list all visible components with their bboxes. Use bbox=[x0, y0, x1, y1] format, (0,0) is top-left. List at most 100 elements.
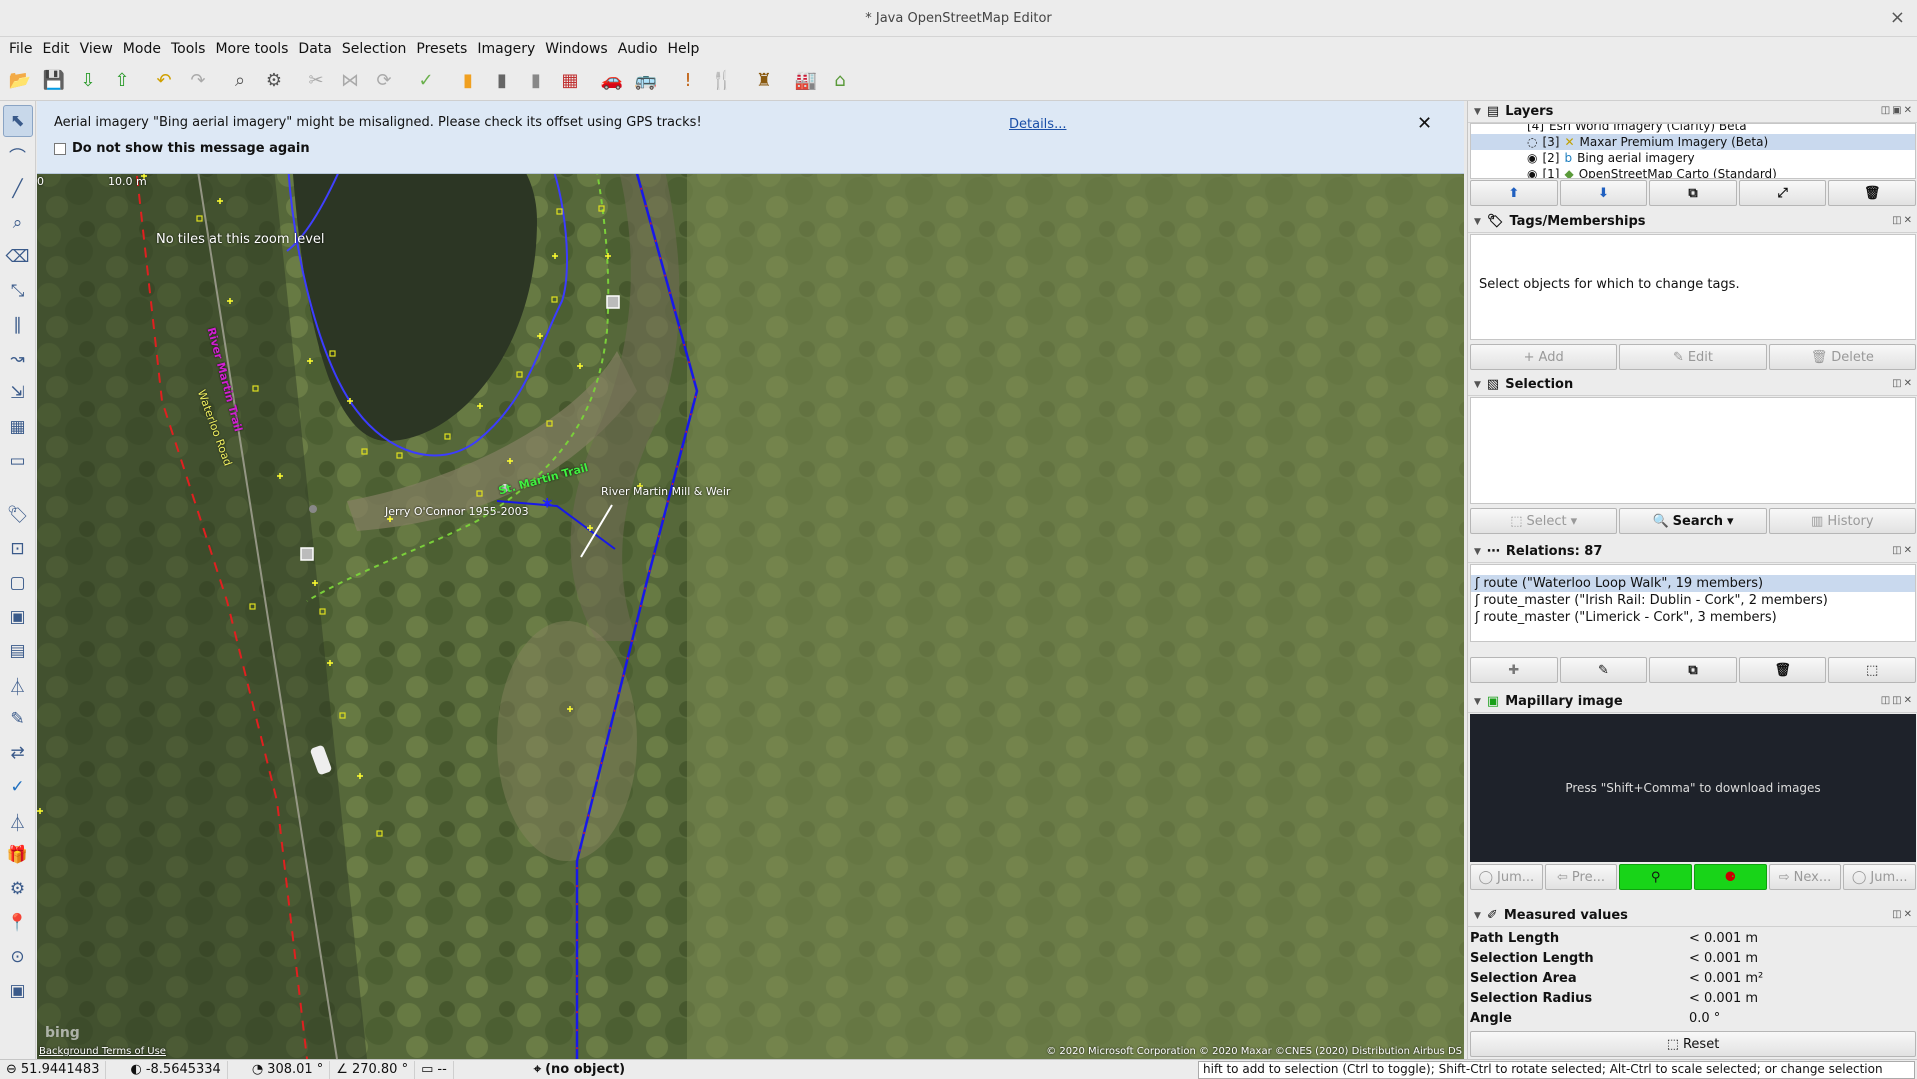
menu-help[interactable]: Help bbox=[663, 41, 705, 57]
panel-controls-icon[interactable]: ◫▣✕ bbox=[1881, 105, 1914, 116]
layers-header[interactable]: ▼ ▤ Layers ◫▣✕ bbox=[1468, 101, 1917, 123]
selection-list[interactable] bbox=[1470, 397, 1916, 504]
dropdown-arrow-icon[interactable]: ▾ bbox=[1727, 514, 1734, 529]
measured-header[interactable]: ▼ ✐ Measured values ◫✕ bbox=[1468, 905, 1917, 927]
delete-tag-button[interactable]: 🗑 Delete bbox=[1768, 344, 1916, 370]
menu-mode[interactable]: Mode bbox=[118, 41, 166, 57]
preferences-button[interactable]: ⚙ bbox=[258, 65, 290, 97]
car-button[interactable]: 🚗 bbox=[596, 65, 628, 97]
highway-secondary-button[interactable]: ▮ bbox=[486, 65, 518, 97]
next-button[interactable]: ⇨ Nex... bbox=[1768, 864, 1842, 890]
bus-button[interactable]: 🚌 bbox=[630, 65, 662, 97]
menu-audio[interactable]: Audio bbox=[613, 41, 663, 57]
panel-controls-icon[interactable]: ◫✕ bbox=[1892, 215, 1914, 226]
collapse-icon[interactable]: ▼ bbox=[1474, 547, 1481, 557]
offset-button[interactable]: ⤢ bbox=[1738, 180, 1827, 206]
notice-close-button[interactable]: ✕ bbox=[1417, 113, 1432, 134]
notes-tool-button[interactable]: 📍 bbox=[3, 907, 33, 939]
building-tool-tool-button[interactable]: ▦ bbox=[3, 411, 33, 443]
check-tool-button[interactable]: ✓ bbox=[3, 771, 33, 803]
background-terms-link[interactable]: Background Terms of Use bbox=[39, 1046, 166, 1057]
layer-tool-button[interactable]: ▭ bbox=[3, 445, 33, 477]
panel-controls-icon[interactable]: ◫✕ bbox=[1892, 909, 1914, 920]
delete-tool-button[interactable]: ⌫ bbox=[3, 241, 33, 273]
lasso-tool-button[interactable]: ⌒ bbox=[3, 139, 33, 171]
delete-relation-button[interactable]: 🗑 bbox=[1738, 657, 1827, 683]
history-button[interactable]: ▥ History bbox=[1768, 508, 1916, 534]
window-close-button[interactable]: × bbox=[1890, 7, 1905, 28]
highway-primary-button[interactable]: ▮ bbox=[452, 65, 484, 97]
jump-prev-button[interactable]: ◯ Jum... bbox=[1470, 864, 1543, 890]
layer-row[interactable]: ◉ [2] b Bing aerial imagery bbox=[1471, 150, 1915, 166]
open-button[interactable]: 📂 bbox=[4, 65, 36, 97]
upload-button[interactable]: ⇧ bbox=[106, 65, 138, 97]
panel-controls-icon[interactable]: ◫✕ bbox=[1892, 545, 1914, 556]
move-down-button[interactable]: ⬇ bbox=[1559, 180, 1648, 206]
panel-controls-icon[interactable]: ◫✕ bbox=[1892, 378, 1914, 389]
move-up-button[interactable]: ⬆ bbox=[1470, 180, 1558, 206]
visibility-icon[interactable]: ◌ bbox=[1527, 135, 1537, 149]
filter2-tool-button[interactable]: ⏃ bbox=[3, 805, 33, 837]
warning-button[interactable]: ! bbox=[672, 65, 704, 97]
duplicate-relation-button[interactable]: ⧉ bbox=[1649, 657, 1737, 683]
relations-list[interactable]: ʃ route ("Waterloo Loop Walk", 19 members… bbox=[1470, 564, 1916, 642]
relation-row[interactable]: ʃ route_master ("Irish Rail: Dublin - Cor… bbox=[1471, 592, 1915, 609]
collapse-icon[interactable]: ▼ bbox=[1474, 697, 1481, 707]
gift-tool-button[interactable]: 🎁 bbox=[3, 839, 33, 871]
delete-layer-button[interactable]: 🗑 bbox=[1828, 180, 1916, 206]
tags-header[interactable]: ▼ 🏷 Tags/Memberships ◫✕ bbox=[1468, 211, 1917, 233]
eye-icon[interactable]: ◉ bbox=[1527, 151, 1537, 165]
mapillary-walk-button[interactable]: ⚲ bbox=[1619, 864, 1693, 890]
mapillary-tool-button[interactable]: ⚙ bbox=[3, 873, 33, 905]
castle-button[interactable]: ♜ bbox=[748, 65, 780, 97]
relation-editor-tool-button[interactable]: ⊡ bbox=[3, 533, 33, 565]
refresh-button[interactable]: ⟳ bbox=[368, 65, 400, 97]
menu-data[interactable]: Data bbox=[293, 41, 336, 57]
layer-row[interactable]: [4] Esri World Imagery (Clarity) Beta bbox=[1471, 124, 1915, 134]
collapse-icon[interactable]: ▼ bbox=[1474, 380, 1481, 390]
collapse-icon[interactable]: ▼ bbox=[1474, 217, 1481, 227]
parallel-tool-button[interactable]: ∥ bbox=[3, 309, 33, 341]
filter-tool-button[interactable]: ⏃ bbox=[3, 669, 33, 701]
menu-tools[interactable]: Tools bbox=[166, 41, 211, 57]
new-relation-button[interactable]: ✚ bbox=[1470, 657, 1558, 683]
building-button[interactable]: ⌂ bbox=[824, 65, 856, 97]
validator-button[interactable]: ✓ bbox=[410, 65, 442, 97]
layer-row[interactable]: ◉ [1] ◆ OpenStreetMap Carto (Standard) bbox=[1471, 166, 1915, 178]
photo-tool-button[interactable]: ▣ bbox=[3, 601, 33, 633]
collapse-icon[interactable]: ▼ bbox=[1474, 911, 1481, 921]
edit-tag-button[interactable]: ✎ Edit bbox=[1619, 344, 1767, 370]
layers-list[interactable]: [4] Esri World Imagery (Clarity) Beta ◌ [3… bbox=[1470, 123, 1916, 179]
menu-windows[interactable]: Windows bbox=[540, 41, 613, 57]
relation-row[interactable]: ʃ route_master ("Limerick - Cork", 3 memb… bbox=[1471, 609, 1915, 626]
mapillary-header[interactable]: ▼ ▣ Mapillary image ◫◫✕ bbox=[1468, 691, 1917, 713]
railway-button[interactable]: ▦ bbox=[554, 65, 586, 97]
extrude-tool-button[interactable]: ⇲ bbox=[3, 377, 33, 409]
conflict-tool-button[interactable]: ⊙ bbox=[3, 941, 33, 973]
area-tool-button[interactable]: ▢ bbox=[3, 567, 33, 599]
dropdown-arrow-icon[interactable]: ▾ bbox=[1571, 514, 1578, 529]
checkbox-box[interactable] bbox=[54, 142, 66, 155]
undo-button[interactable]: ↶ bbox=[148, 65, 180, 97]
relations-header[interactable]: ▼ ⋯ Relations: 87 ◫✕ bbox=[1468, 541, 1917, 563]
improve-way-tool-button[interactable]: ⤡ bbox=[3, 275, 33, 307]
menu-more-tools[interactable]: More tools bbox=[210, 41, 293, 57]
save-button[interactable]: 💾 bbox=[38, 65, 70, 97]
menu-imagery[interactable]: Imagery bbox=[472, 41, 540, 57]
follow-tool-button[interactable]: ↝ bbox=[3, 343, 33, 375]
menu-presets[interactable]: Presets bbox=[411, 41, 472, 57]
split-way-button[interactable]: ✂ bbox=[300, 65, 332, 97]
collapse-icon[interactable]: ▼ bbox=[1474, 107, 1481, 117]
select-tool-button[interactable]: ⬉ bbox=[2, 105, 33, 137]
highway-tertiary-button[interactable]: ▮ bbox=[520, 65, 552, 97]
jump-next-button[interactable]: ◯ Jum... bbox=[1843, 864, 1917, 890]
map-tool-button[interactable]: ✎ bbox=[3, 703, 33, 735]
layer-row[interactable]: ◌ [3] ✕ Maxar Premium Imagery (Beta) bbox=[1471, 134, 1915, 150]
edit-relation-button[interactable]: ✎ bbox=[1559, 657, 1648, 683]
select-members-button[interactable]: ⬚ bbox=[1828, 657, 1916, 683]
zoom-data-button[interactable]: ⌕ bbox=[224, 65, 256, 97]
merge-layer-button[interactable]: ⧉ bbox=[1649, 180, 1737, 206]
relation-row[interactable]: ʃ route ("Waterloo Loop Walk", 19 members… bbox=[1471, 575, 1915, 592]
download-button[interactable]: ⇩ bbox=[72, 65, 104, 97]
restaurant-button[interactable]: 🍴 bbox=[706, 65, 738, 97]
